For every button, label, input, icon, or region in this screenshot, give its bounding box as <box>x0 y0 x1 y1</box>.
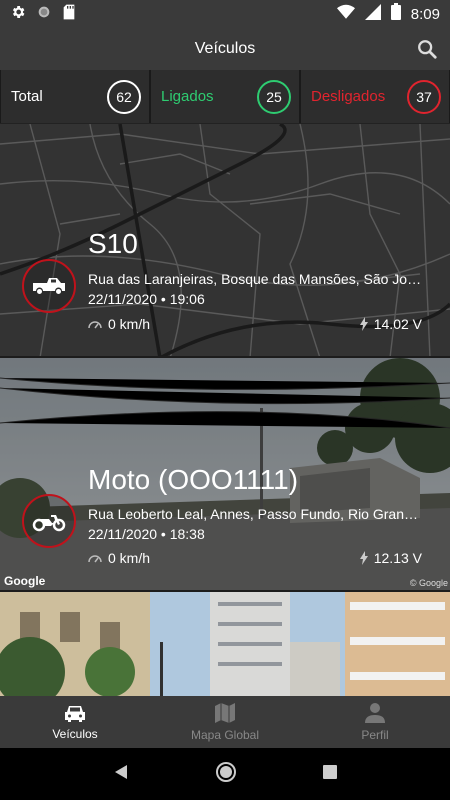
google-watermark: Google <box>4 574 46 588</box>
status-right: 8:09 <box>336 3 440 25</box>
nav-veiculos[interactable]: Veículos <box>0 696 150 748</box>
vehicle-status-ring <box>22 494 76 548</box>
back-button[interactable] <box>113 764 129 785</box>
filter-desligados-count: 37 <box>407 79 441 114</box>
filter-total-label: Total <box>11 88 43 105</box>
status-bar: 8:09 <box>0 0 450 28</box>
wifi-icon <box>336 4 355 25</box>
sd-card-icon <box>62 4 76 25</box>
filter-total-count: 62 <box>107 79 141 114</box>
vehicle-name: S10 <box>88 228 138 259</box>
home-button[interactable] <box>215 761 237 788</box>
person-icon <box>365 703 385 723</box>
status-time: 8:09 <box>410 5 440 23</box>
vehicle-voltage: 14.02 V <box>359 316 422 332</box>
filter-ligados-count: 25 <box>257 79 291 114</box>
nav-perfil[interactable]: Perfil <box>300 696 450 748</box>
vehicle-status-ring <box>22 259 76 313</box>
search-button[interactable] <box>414 36 440 62</box>
vehicle-speed-value: 0 km/h <box>108 316 151 332</box>
recents-icon <box>323 764 337 779</box>
bottom-navigation: Veículos Mapa Global Perfil <box>0 696 450 748</box>
system-navigation <box>0 748 450 800</box>
speedometer-icon <box>88 321 102 329</box>
back-icon <box>115 764 127 779</box>
pickup-truck-icon <box>33 278 65 294</box>
cell-signal-icon <box>364 3 381 25</box>
vehicle-card[interactable] <box>0 592 450 696</box>
google-copyright: © Google <box>409 578 448 588</box>
filter-ligados-label: Ligados <box>161 88 214 105</box>
vehicle-address: Rua das Laranjeiras, Bosque das Mansões,… <box>88 271 424 287</box>
page-title: Veículos <box>194 40 256 57</box>
vehicle-card[interactable]: S10 Rua das Laranjeiras, Bosque das Mans… <box>0 124 450 358</box>
nav-perfil-label: Perfil <box>361 728 389 742</box>
sync-icon <box>36 4 52 25</box>
vehicle-voltage-value: 14.02 V <box>373 316 422 332</box>
recents-button[interactable] <box>323 764 337 784</box>
speedometer-icon <box>88 555 102 563</box>
vehicle-summary: Total 62 Ligados 25 Desligados 37 <box>0 70 450 124</box>
vehicle-speed: 0 km/h <box>88 550 150 566</box>
vehicle-datetime: 22/11/2020 • 18:38 <box>88 526 205 542</box>
vehicle-voltage: 12.13 V <box>359 550 422 566</box>
search-icon <box>418 40 437 59</box>
map-icon <box>215 703 235 723</box>
battery-icon <box>390 3 401 25</box>
app-bar: Veículos <box>0 28 450 70</box>
lightning-icon <box>359 551 368 565</box>
vehicle-datetime: 22/11/2020 • 19:06 <box>88 291 205 307</box>
vehicle-name: Moto (OOO1111) <box>88 464 299 495</box>
nav-mapa-global[interactable]: Mapa Global <box>150 696 300 748</box>
car-icon <box>65 706 85 722</box>
vehicle-voltage-value: 12.13 V <box>373 550 422 566</box>
lightning-icon <box>359 317 368 331</box>
filter-total[interactable]: Total 62 <box>0 70 150 123</box>
vehicle-speed-value: 0 km/h <box>108 550 151 566</box>
filter-ligados[interactable]: Ligados 25 <box>150 70 300 123</box>
nav-mapa-global-label: Mapa Global <box>190 728 260 742</box>
filter-desligados[interactable]: Desligados 37 <box>300 70 450 123</box>
status-left <box>10 4 76 25</box>
motorcycle-icon <box>32 515 66 532</box>
filter-desligados-label: Desligados <box>311 88 386 105</box>
nav-veiculos-label: Veículos <box>52 727 98 741</box>
vehicle-card[interactable]: Moto (OOO1111) Rua Leoberto Leal, Annes,… <box>0 358 450 592</box>
settings-icon <box>10 4 26 25</box>
home-icon <box>216 761 236 782</box>
vehicle-speed: 0 km/h <box>88 316 150 332</box>
vehicle-list[interactable]: S10 Rua das Laranjeiras, Bosque das Mans… <box>0 124 450 696</box>
card-overlay <box>0 592 450 696</box>
vehicle-address: Rua Leoberto Leal, Annes, Passo Fundo, R… <box>88 506 424 522</box>
